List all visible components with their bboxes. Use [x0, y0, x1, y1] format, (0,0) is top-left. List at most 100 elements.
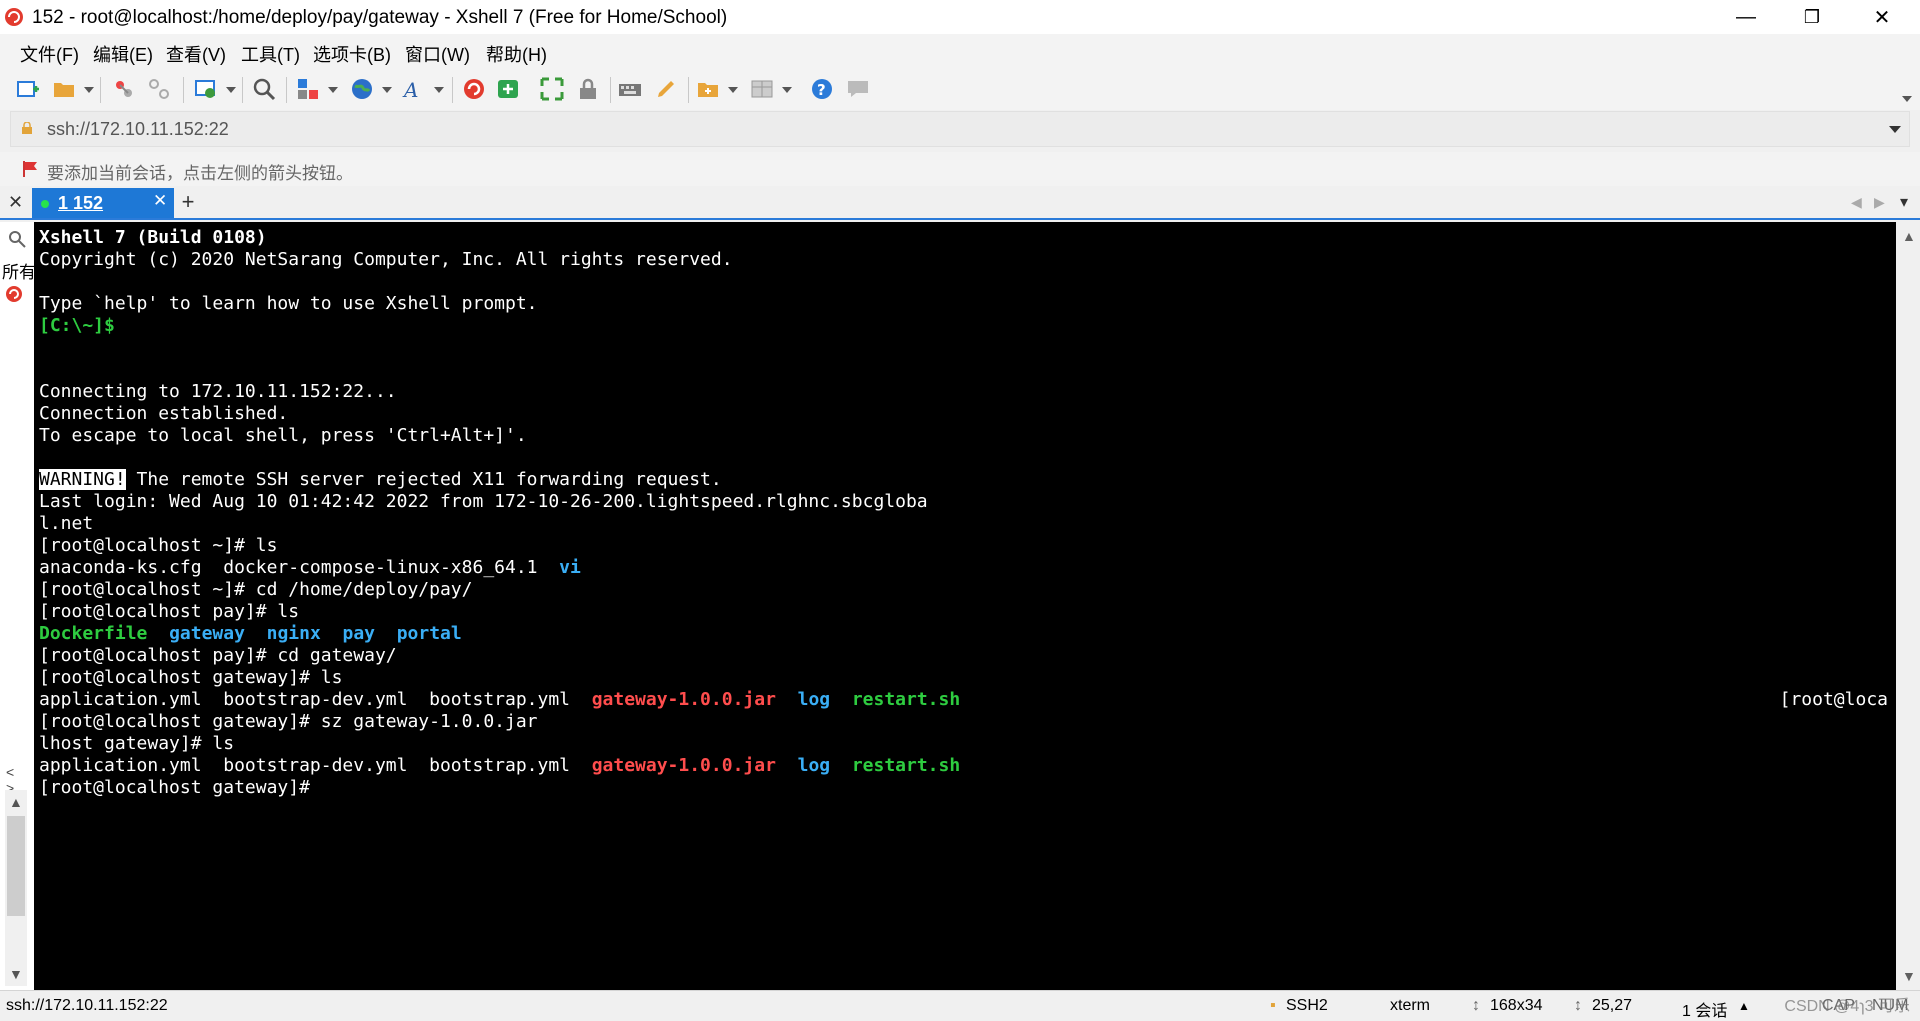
tile-dropdown-icon[interactable] — [782, 87, 792, 93]
xshell-logo-icon — [5, 8, 23, 26]
term-exec: restart.sh — [851, 755, 961, 776]
term-dir: nginx — [266, 623, 321, 644]
xshell-icon[interactable] — [462, 77, 486, 101]
disconnect-icon[interactable] — [147, 77, 171, 101]
status-protocol: SSH2 — [1286, 997, 1328, 1014]
find-icon[interactable] — [252, 77, 276, 101]
term-jar: gateway-1.0.0.jar — [591, 755, 776, 776]
tab-session-152[interactable]: 1 152 ✕ — [32, 188, 174, 218]
term-line: application.yml bootstrap-dev.yml bootst… — [39, 689, 592, 710]
status-terminal-type: xterm — [1390, 997, 1430, 1014]
tab-bar: ✕ 1 152 ✕ + ◀ ▶ ▾ — [0, 188, 1920, 220]
term-line: Last login: Wed Aug 10 01:42:42 2022 fro… — [39, 491, 928, 512]
term-line: Connecting to 172.10.11.152:22... — [39, 381, 397, 402]
menu-view[interactable]: 查看(V) — [166, 41, 226, 67]
status-cursor-icon: ↕ — [1574, 997, 1582, 1014]
new-tab-button[interactable]: + — [176, 188, 200, 218]
chat-icon[interactable] — [846, 77, 870, 101]
panel-scroll-thumb[interactable] — [7, 816, 25, 916]
globe-icon[interactable] — [350, 77, 374, 101]
connect-icon[interactable] — [112, 77, 136, 101]
tab-prev-icon[interactable]: ◀ — [1851, 194, 1862, 211]
address-bar[interactable]: ssh://172.10.11.152:22 — [10, 111, 1910, 147]
status-size: 168x34 — [1490, 997, 1543, 1014]
panel-scroll-down-icon[interactable]: ▼ — [9, 966, 23, 982]
help-icon[interactable]: ? — [810, 77, 834, 101]
minimize-button[interactable]: — — [1716, 0, 1776, 34]
term-dir: vi — [559, 557, 581, 578]
open-dropdown-icon[interactable] — [84, 87, 94, 93]
fullscreen-icon[interactable] — [540, 77, 564, 101]
search-icon[interactable] — [8, 230, 26, 248]
session-icon[interactable] — [4, 284, 24, 304]
menu-file[interactable]: 文件(F) — [20, 41, 79, 67]
keyboard-icon[interactable] — [618, 77, 642, 101]
status-sessions[interactable]: 1 会话 — [1682, 997, 1727, 1021]
menu-tabs[interactable]: 选项卡(B) — [313, 41, 391, 67]
term-warning-tag: WARNING! — [39, 469, 126, 490]
layout-icon[interactable] — [296, 77, 320, 101]
term-line: To escape to local shell, press 'Ctrl+Al… — [39, 425, 527, 446]
address-lock-icon — [22, 122, 32, 134]
panel-scrollbar[interactable]: ▲ ▼ — [5, 790, 27, 986]
tab-menu-icon[interactable]: ▾ — [1900, 192, 1908, 212]
close-button[interactable]: ✕ — [1852, 0, 1912, 34]
maximize-button[interactable]: ❐ — [1782, 0, 1842, 34]
terminal-scrollbar[interactable]: ▲ ▼ — [1896, 222, 1920, 990]
add-session-arrow-icon[interactable] — [22, 160, 40, 178]
font-dropdown-icon[interactable] — [434, 87, 444, 93]
menu-bar: 文件(F) 编辑(E) 查看(V) 工具(T) 选项卡(B) 窗口(W) 帮助(… — [0, 34, 1920, 68]
term-line: lhost gateway]# ls — [39, 733, 235, 754]
status-lock-icon: ▪ — [1270, 997, 1276, 1014]
toolbar: A ? — [0, 68, 1920, 110]
menu-help[interactable]: 帮助(H) — [486, 41, 547, 67]
term-line: Connection established. — [39, 403, 289, 424]
highlight-icon[interactable] — [654, 77, 678, 101]
scroll-down-icon[interactable]: ▼ — [1902, 968, 1916, 984]
globe-dropdown-icon[interactable] — [382, 87, 392, 93]
toolbar-overflow-icon[interactable] — [1902, 96, 1912, 102]
term-dir: log — [797, 689, 831, 710]
term-line: application.yml bootstrap-dev.yml bootst… — [39, 755, 592, 776]
scroll-up-icon[interactable]: ▲ — [1902, 228, 1916, 244]
status-sessions-arrow-icon[interactable]: ▲ — [1738, 999, 1750, 1013]
new-session-icon[interactable] — [16, 77, 40, 101]
address-url[interactable]: ssh://172.10.11.152:22 — [47, 119, 229, 140]
term-dir: log — [797, 755, 831, 776]
xftp-icon[interactable] — [496, 77, 520, 101]
term-line: [root@localhost ~]# cd /home/deploy/pay/ — [39, 579, 473, 600]
menu-edit[interactable]: 编辑(E) — [93, 41, 153, 67]
folder-dropdown-icon[interactable] — [728, 87, 738, 93]
term-line: [root@localhost gateway]# ls — [39, 667, 343, 688]
tab-close-icon[interactable]: ✕ — [153, 191, 167, 211]
svg-text:?: ? — [817, 81, 826, 99]
panel-scroll-up-icon[interactable]: ▲ — [9, 794, 23, 810]
font-icon[interactable]: A — [402, 77, 426, 101]
status-bar: ssh://172.10.11.152:22 ▪ SSH2 xterm ↕ 16… — [0, 990, 1920, 1021]
open-folder-icon[interactable] — [52, 77, 76, 101]
term-line: Type `help' to learn how to use Xshell p… — [39, 293, 538, 314]
term-dir: gateway — [169, 623, 245, 644]
session-settings-icon[interactable] — [194, 77, 218, 101]
tab-next-icon[interactable]: ▶ — [1874, 194, 1885, 211]
term-line: The remote SSH server rejected X11 forwa… — [125, 469, 722, 490]
term-local-prompt: [C:\~]$ — [39, 315, 115, 336]
session-hint-bar: 要添加当前会话，点击左侧的箭头按钮。 — [0, 152, 1920, 186]
tile-icon[interactable] — [750, 77, 774, 101]
settings-dropdown-icon[interactable] — [226, 87, 236, 93]
connected-status-icon — [41, 200, 49, 208]
term-dir: pay — [342, 623, 375, 644]
layout-dropdown-icon[interactable] — [328, 87, 338, 93]
term-jar: gateway-1.0.0.jar — [591, 689, 776, 710]
all-sessions-label[interactable]: 所有 — [2, 258, 34, 283]
term-exec: restart.sh — [851, 689, 961, 710]
lock-icon[interactable] — [576, 77, 600, 101]
menu-window[interactable]: 窗口(W) — [405, 41, 470, 67]
term-file: Dockerfile — [39, 623, 148, 644]
new-folder-icon[interactable] — [696, 77, 720, 101]
address-dropdown-icon[interactable] — [1889, 126, 1901, 133]
terminal-screen[interactable]: Xshell 7 (Build 0108) Copyright (c) 2020… — [34, 222, 1896, 990]
menu-tools[interactable]: 工具(T) — [241, 41, 300, 67]
term-line: [root@localhost pay]# ls — [39, 601, 300, 622]
close-panel-icon[interactable]: ✕ — [8, 192, 23, 213]
